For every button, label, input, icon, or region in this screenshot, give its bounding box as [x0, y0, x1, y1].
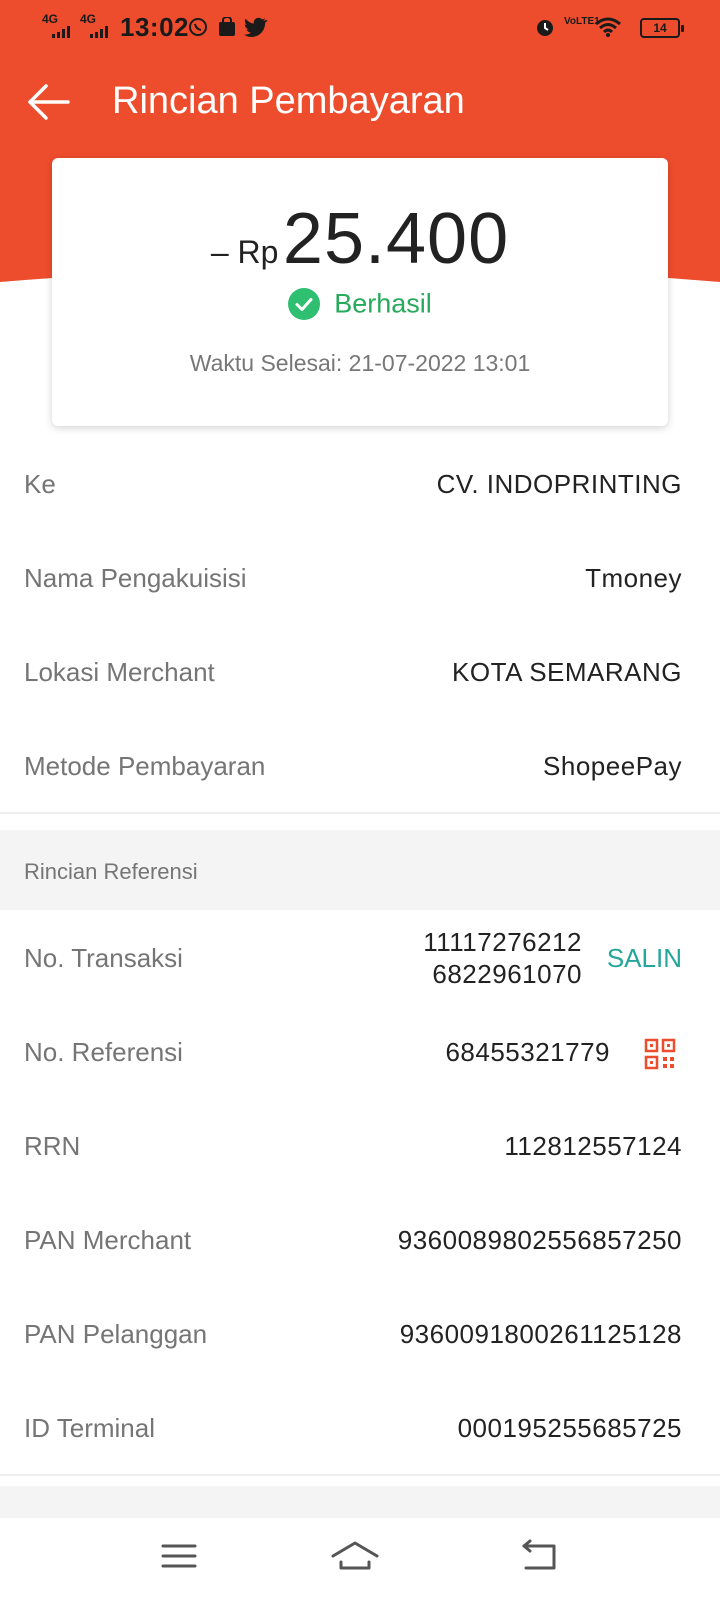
detail-row-recipient: Ke CV. INDOPRINTING	[0, 436, 720, 532]
wifi-icon	[595, 17, 621, 37]
system-nav-bar	[0, 1518, 720, 1600]
transaction-number-line-1: 11117276212	[423, 927, 582, 957]
detail-row-pan-merchant: PAN Merchant 9360089802556857250	[0, 1192, 720, 1288]
status-bar: 4G 4G 13:02 VoLTE1 14	[0, 0, 720, 56]
copy-button[interactable]: SALIN	[607, 910, 682, 1006]
back-icon[interactable]	[514, 1536, 564, 1576]
row-label: RRN	[24, 1131, 81, 1161]
twitter-icon	[244, 17, 268, 37]
menu-icon[interactable]	[154, 1536, 204, 1576]
detail-row-transaction-no: No. Transaksi 11117276212 6822961070 SAL…	[0, 910, 720, 1006]
row-value: ShopeePay	[543, 751, 682, 781]
amount-value: 25.400	[282, 199, 510, 279]
status-time: 13:02	[120, 12, 189, 42]
status-line: Berhasil	[52, 288, 668, 320]
section-header-reference: Rincian Referensi	[0, 830, 720, 910]
amount-prefix: – Rp	[210, 234, 279, 270]
detail-row-terminal-id: ID Terminal 000195255685725	[0, 1380, 720, 1476]
volte-icon: VoLTE1	[564, 16, 600, 27]
detail-row-rrn: RRN 112812557124	[0, 1098, 720, 1194]
shopping-bag-icon	[219, 17, 235, 36]
page-title: Rincian Pembayaran	[112, 80, 465, 122]
alarm-icon	[537, 20, 553, 36]
row-value: 000195255685725	[457, 1413, 682, 1443]
row-label: No. Referensi	[24, 1037, 183, 1067]
row-label: Metode Pembayaran	[24, 751, 266, 781]
row-label: Nama Pengakuisisi	[24, 563, 247, 593]
detail-row-reference-no: No. Referensi 68455321779	[0, 1004, 720, 1100]
finish-time: Waktu Selesai: 21-07-2022 13:01	[189, 350, 531, 376]
transaction-number-line-2: 6822961070	[432, 959, 582, 989]
row-value: 9360091800261125128	[399, 1319, 682, 1349]
row-label: Ke	[24, 469, 56, 499]
row-value: KOTA SEMARANG	[452, 657, 682, 687]
signal-bars-icon	[90, 26, 108, 38]
section-title: Rincian Referensi	[24, 859, 198, 884]
transaction-number: 11117276212 6822961070	[423, 926, 582, 990]
battery-indicator: 14	[640, 18, 684, 38]
payment-summary-card: – Rp 25.400 Berhasil Waktu Selesai: 21-0…	[52, 158, 668, 426]
signal-label-1: 4G	[42, 12, 59, 26]
row-label: No. Transaksi	[24, 943, 183, 973]
qr-code-icon[interactable]	[644, 1038, 676, 1070]
bottom-spacer	[0, 1486, 720, 1518]
detail-row-merchant-location: Lokasi Merchant KOTA SEMARANG	[0, 624, 720, 720]
row-value: CV. INDOPRINTING	[436, 469, 682, 499]
row-label: ID Terminal	[24, 1413, 156, 1443]
home-icon[interactable]	[330, 1536, 380, 1576]
amount-line: – Rp 25.400	[52, 198, 668, 280]
back-arrow-icon[interactable]	[24, 78, 72, 126]
status-badge: Berhasil	[334, 288, 432, 319]
row-label: PAN Pelanggan	[24, 1319, 208, 1349]
row-value: Tmoney	[585, 563, 682, 593]
row-label: Lokasi Merchant	[24, 657, 215, 687]
detail-row-payment-method: Metode Pembayaran ShopeePay	[0, 718, 720, 814]
whatsapp-icon	[189, 18, 207, 36]
row-value: 112812557124	[504, 1131, 682, 1161]
detail-row-acquirer: Nama Pengakuisisi Tmoney	[0, 530, 720, 626]
row-value: 68455321779	[445, 1037, 610, 1067]
row-value: 9360089802556857250	[397, 1225, 682, 1255]
signal-bars-icon	[52, 26, 70, 38]
check-circle-icon	[288, 288, 321, 320]
row-label: PAN Merchant	[24, 1225, 192, 1255]
detail-row-pan-customer: PAN Pelanggan 9360091800261125128	[0, 1286, 720, 1382]
signal-label-2: 4G	[80, 12, 97, 26]
